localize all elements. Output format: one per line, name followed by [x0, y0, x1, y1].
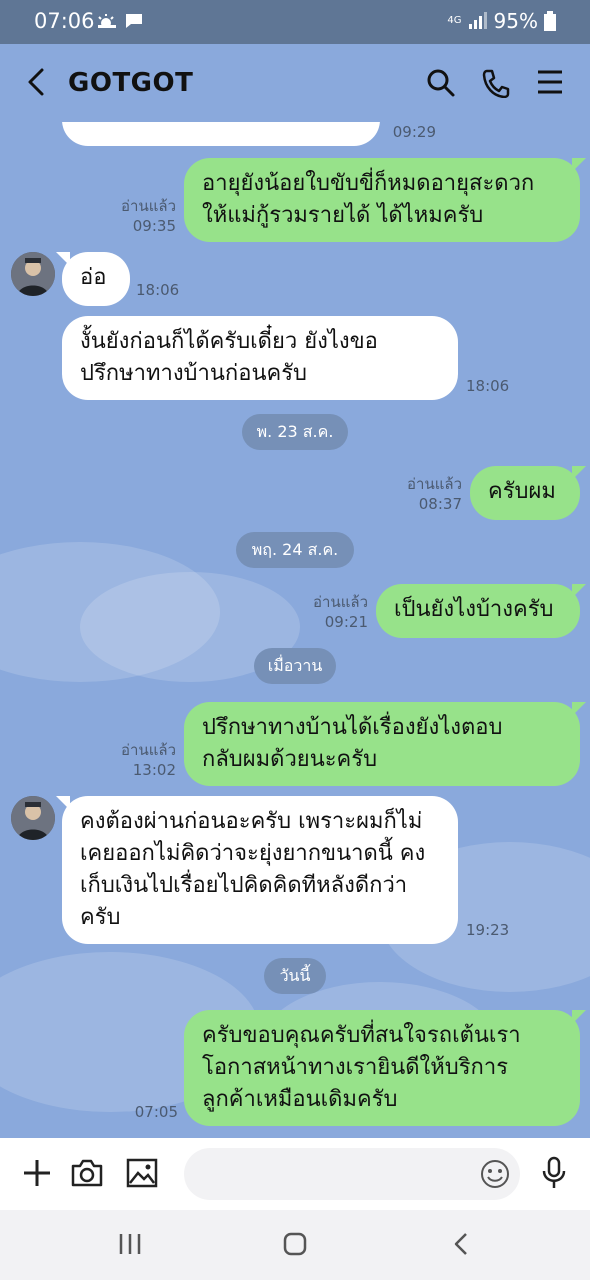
- system-nav-bar: [0, 1210, 590, 1280]
- message-text: อายุยังน้อยใบขับขี่ก็หมดอายุสะดวก: [202, 171, 535, 196]
- contact-avatar-image: [11, 796, 55, 840]
- search-icon[interactable]: [426, 68, 456, 98]
- message-bubble-incoming[interactable]: [62, 122, 380, 146]
- chevron-left-icon[interactable]: [24, 66, 48, 98]
- message-text: เป็นยังไงบ้างครับ: [394, 597, 554, 622]
- date-divider: พฤ. 24 ส.ค.: [236, 532, 354, 568]
- message-time: 09:21: [324, 613, 368, 631]
- home-icon[interactable]: [283, 1232, 307, 1256]
- message-bubble-outgoing[interactable]: ครับขอบคุณครับที่สนใจรถเต้นเรา โอกาสหน้า…: [184, 1010, 586, 1126]
- message-text: เคยออกไม่คิดว่าจะยุ่งยากขนาดนี้ คง: [80, 841, 426, 866]
- avatar[interactable]: [11, 252, 55, 296]
- message-text: โอกาสหน้าทางเรายินดีให้บริการ: [202, 1055, 509, 1080]
- message-time: 13:02: [132, 761, 176, 779]
- chat-header: GOTGOT: [0, 44, 590, 122]
- message-bubble-outgoing[interactable]: ครับผม: [470, 466, 586, 520]
- message-text: ปรึกษาทางบ้านก่อนครับ: [80, 361, 307, 386]
- message-time: 08:37: [418, 495, 462, 513]
- message-text: งั้นยังก่อนก็ได้ครับเดี๋ยว ยังไงขอ: [80, 329, 378, 354]
- message-text: กลับผมด้วยนะครับ: [202, 747, 378, 772]
- contact-avatar-image: [11, 252, 55, 296]
- message-text: เก็บเงินไปเรื่อยไปคิดคิดทีหลังดีกว่า: [80, 873, 408, 898]
- message-text: คงต้องผ่านก่อนอะครับ เพราะผมก็ไม่: [80, 809, 423, 834]
- message-time: 07:05: [134, 1103, 178, 1121]
- emoji-icon[interactable]: [480, 1159, 510, 1189]
- back-icon[interactable]: [452, 1232, 472, 1256]
- message-bubble-incoming[interactable]: งั้นยังก่อนก็ได้ครับเดี๋ยว ยังไงขอ ปรึกษ…: [62, 316, 458, 400]
- signal-icon: [468, 12, 487, 29]
- network-type: 4G: [447, 15, 462, 26]
- date-divider: วันนี้: [264, 958, 326, 994]
- menu-icon[interactable]: [536, 68, 564, 96]
- recent-apps-icon[interactable]: [118, 1232, 142, 1256]
- read-receipt: อ่านแล้ว: [313, 593, 368, 611]
- message-bubble-outgoing[interactable]: อายุยังน้อยใบขับขี่ก็หมดอายุสะดวก ให้แม่…: [184, 158, 586, 242]
- message-time: 19:23: [466, 921, 510, 939]
- message-time: 09:29: [392, 123, 436, 141]
- image-icon[interactable]: [126, 1158, 158, 1188]
- date-divider: พ. 23 ส.ค.: [242, 414, 348, 450]
- message-time: 18:06: [136, 281, 180, 299]
- read-receipt: อ่านแล้ว: [121, 741, 176, 759]
- message-input[interactable]: [184, 1148, 520, 1200]
- message-text: ปรึกษาทางบ้านได้เรื่องยังไงตอบ: [202, 715, 503, 740]
- camera-icon[interactable]: [70, 1158, 104, 1188]
- message-time: 09:35: [132, 217, 176, 235]
- message-input-bar: [0, 1138, 590, 1210]
- plus-icon[interactable]: [22, 1158, 52, 1188]
- message-text: ลูกค้าเหมือนเดิมครับ: [202, 1087, 398, 1112]
- message-bubble-incoming[interactable]: คงต้องผ่านก่อนอะครับ เพราะผมก็ไม่ เคยออก…: [56, 796, 458, 944]
- date-divider: เมื่อวาน: [254, 648, 336, 684]
- message-text: ให้แม่กู้รวมรายได้ ได้ไหมครับ: [202, 203, 484, 228]
- microphone-icon[interactable]: [540, 1156, 568, 1190]
- status-bar: 07:06 4G 95%: [0, 0, 590, 44]
- message-text: ครับขอบคุณครับที่สนใจรถเต้นเรา: [202, 1023, 521, 1048]
- battery-icon: [544, 11, 556, 31]
- chat-area[interactable]: 09:29 อ่านแล้ว 09:35 อายุยังน้อยใบขับขี่…: [0, 122, 590, 1138]
- avatar[interactable]: [11, 796, 55, 840]
- read-receipt: อ่านแล้ว: [407, 475, 462, 493]
- message-bubble-outgoing[interactable]: ปรึกษาทางบ้านได้เรื่องยังไงตอบ กลับผมด้ว…: [184, 702, 586, 786]
- message-text: ครับ: [80, 905, 121, 930]
- battery-percent: 95%: [493, 9, 538, 33]
- message-text: อ่อ: [80, 265, 107, 290]
- message-bubble-outgoing[interactable]: เป็นยังไงบ้างครับ: [376, 584, 586, 638]
- phone-icon[interactable]: [482, 68, 510, 98]
- message-time: 18:06: [466, 377, 510, 395]
- chat-title[interactable]: GOTGOT: [68, 68, 193, 98]
- message-bubble-incoming[interactable]: อ่อ: [56, 252, 130, 306]
- read-receipt: อ่านแล้ว: [121, 197, 176, 215]
- message-text: ครับผม: [488, 479, 556, 504]
- weather-icon: [98, 14, 116, 28]
- message-notification-icon: [126, 14, 142, 28]
- status-time: 07:06: [34, 9, 95, 33]
